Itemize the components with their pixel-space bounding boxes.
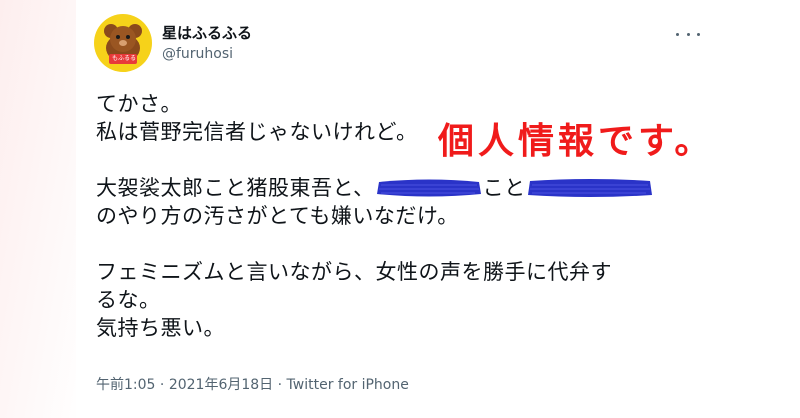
tweet-text-segment: 大袈裟太郎こと猪股東吾と、 [96,176,375,200]
tweet-source[interactable]: Twitter for iPhone [287,377,409,393]
more-dot-icon [676,32,679,36]
tweet-line-with-redactions: 大袈裟太郎こと猪股東吾と、 こと [96,174,696,202]
display-name[interactable]: 星はふるふる [162,22,252,43]
redaction-scribble [376,179,481,197]
tweet-time[interactable]: 午前1:05 [96,377,155,393]
tweet-text-segment: こと [482,176,526,200]
avatar-badge-text: もふるる [111,55,136,62]
tweet-date[interactable]: 2021年6月18日 [169,377,273,393]
more-dot-icon [697,32,700,36]
tweet-line: のやり方の汚さがとても嫌いなだけ。 [96,204,459,228]
separator: · [159,377,169,393]
tweet-line: 気持ち悪い。 [96,316,225,340]
user-handle[interactable]: @furuhosi [162,46,233,62]
red-annotation: 個人情報です。 [438,120,715,162]
separator: · [277,377,287,393]
tweet-metadata: 午前1:05 · 2021年6月18日 · Twitter for iPhone [96,374,409,394]
redaction-scribble [527,179,652,197]
tweet-line: るな。 [96,288,161,312]
more-dot-icon [686,32,690,36]
tweet-line: フェミニズムと言いながら、女性の声を勝手に代弁す [96,260,612,284]
more-options-button[interactable] [676,26,700,42]
avatar[interactable]: もふるる [94,14,152,72]
